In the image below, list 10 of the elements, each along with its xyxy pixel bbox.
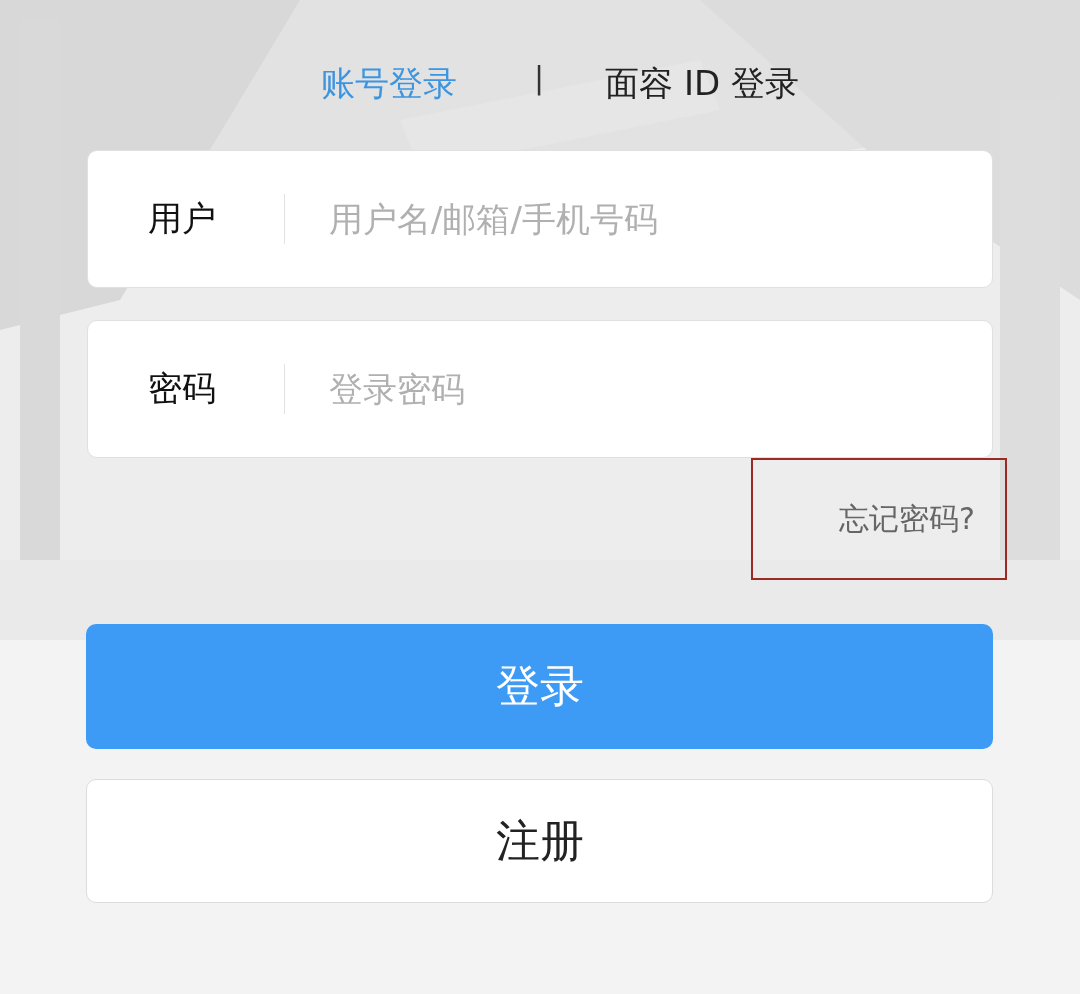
login-tab[interactable]: 面容 ID 登录 [605,58,799,110]
input-field[interactable]: 用户名/邮箱/手机号码 [327,198,992,240]
register-button[interactable]: 注册 [86,779,993,903]
login-tab[interactable]: 账号登录 [321,58,458,110]
field-label: 用户 [147,197,217,240]
tab-separator: | [534,60,545,95]
forgot-password-link[interactable]: 忘记密码? [839,498,975,540]
login-button[interactable]: 登录 [86,624,993,749]
field-label: 密码 [147,367,217,410]
input-field[interactable]: 登录密码 [327,368,992,410]
